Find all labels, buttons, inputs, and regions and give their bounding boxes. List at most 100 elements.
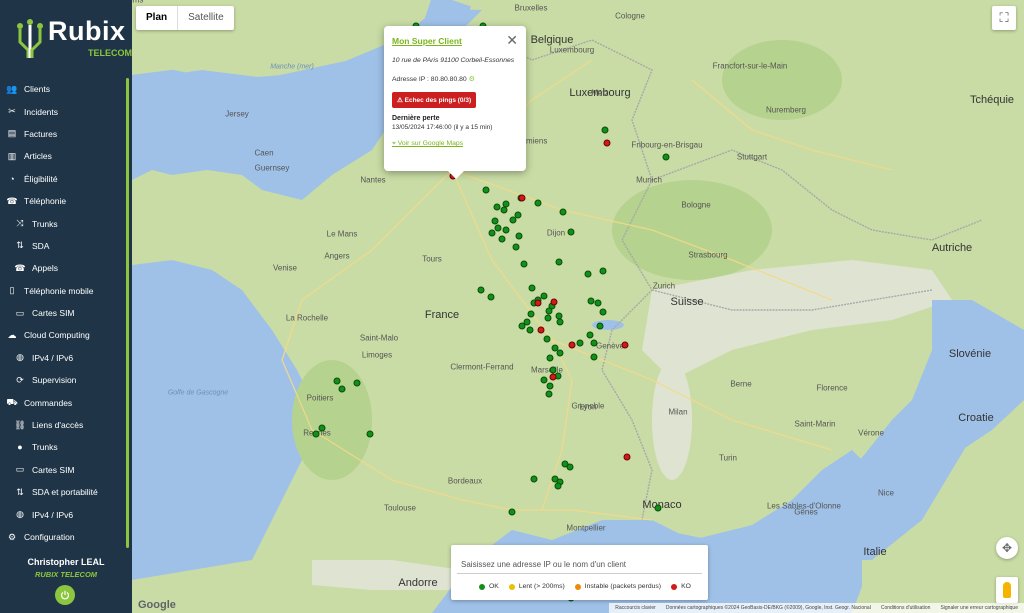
client-marker-ok[interactable] [312, 430, 320, 438]
client-marker-ok[interactable] [594, 299, 602, 307]
client-marker-ok[interactable] [508, 508, 516, 516]
logout-button[interactable] [55, 585, 75, 605]
sidebar-item-8[interactable]: ☎ Appels [0, 257, 124, 279]
client-marker-ko[interactable] [568, 341, 576, 349]
map-type-plan[interactable]: Plan [136, 6, 177, 30]
client-marker-ko[interactable] [537, 326, 545, 334]
client-marker-ok[interactable] [493, 203, 501, 211]
sidebar-item-7[interactable]: ⇅ SDA [0, 235, 124, 257]
sidebar-item-9[interactable]: ▯ Téléphonie mobile [0, 280, 124, 302]
client-marker-ok[interactable] [546, 354, 554, 362]
sidebar-item-2[interactable]: ▤ Factures [0, 123, 124, 145]
client-marker-ok[interactable] [567, 228, 575, 236]
client-marker-ok[interactable] [556, 318, 564, 326]
client-marker-ok[interactable] [590, 339, 598, 347]
client-marker-ok[interactable] [559, 208, 567, 216]
sidebar-item-3[interactable]: ▥ Articles [0, 145, 124, 167]
attribution-item[interactable]: Signaler une erreur cartographique [940, 605, 1018, 611]
sidebar-item-12[interactable]: ◍ IPv4 / IPv6 [0, 347, 124, 369]
sidebar-item-5[interactable]: ☎ Téléphonie [0, 190, 124, 212]
client-marker-ok[interactable] [477, 286, 485, 294]
client-marker-ko[interactable] [549, 373, 557, 381]
client-marker-ok[interactable] [318, 424, 326, 432]
client-marker-ok[interactable] [518, 322, 526, 330]
sidebar-item-20[interactable]: ⚙ Configuration [0, 526, 124, 548]
sidebar-item-13[interactable]: ⟳ Supervision [0, 369, 124, 391]
fullscreen-button[interactable]: ⛶ [992, 6, 1016, 30]
client-marker-ok[interactable] [494, 224, 502, 232]
client-marker-ok[interactable] [338, 385, 346, 393]
map-view[interactable]: France Belgique Suisse Autriche Tchéquie Slov… [132, 0, 1024, 613]
client-marker-ok[interactable] [498, 235, 506, 243]
client-marker-ok[interactable] [596, 322, 604, 330]
sidebar-item-11[interactable]: ☁ Cloud Computing [0, 324, 124, 346]
client-marker-ok[interactable] [554, 482, 562, 490]
sidebar-scrollbar[interactable] [126, 78, 129, 548]
client-marker-ko[interactable] [534, 299, 542, 307]
client-marker-ok[interactable] [526, 326, 534, 334]
sidebar-item-6[interactable]: ⤨ Trunks [0, 212, 124, 234]
client-marker-ok[interactable] [543, 335, 551, 343]
client-marker-ok[interactable] [527, 310, 535, 318]
client-marker-ko[interactable] [603, 139, 611, 147]
sidebar-item-17[interactable]: ▭ Cartes SIM [0, 459, 124, 481]
brand-logo[interactable]: Rubix TELECOM [14, 14, 132, 64]
client-marker-ok[interactable] [366, 430, 374, 438]
recenter-button[interactable]: ✥ [996, 537, 1018, 559]
sidebar-item-15[interactable]: ⛓ Liens d'accès [0, 414, 124, 436]
client-marker-ok[interactable] [530, 475, 538, 483]
client-marker-ok[interactable] [545, 307, 553, 315]
client-marker-ko[interactable] [550, 298, 558, 306]
client-marker-ok[interactable] [556, 349, 564, 357]
attribution-item[interactable]: Raccourcis clavier [615, 605, 656, 611]
sidebar-item-4[interactable]: ◔ Éligibilité [0, 168, 124, 190]
client-marker-ok[interactable] [487, 293, 495, 301]
sidebar-item-1[interactable]: ✂ Incidents [0, 100, 124, 122]
sidebar-item-0[interactable]: 👥 Clients [0, 78, 124, 100]
client-marker-ok[interactable] [546, 382, 554, 390]
client-marker-ok[interactable] [584, 270, 592, 278]
client-marker-ok[interactable] [555, 258, 563, 266]
client-marker-ok[interactable] [566, 463, 574, 471]
client-marker-ok[interactable] [544, 314, 552, 322]
client-marker-ok[interactable] [353, 379, 361, 387]
client-marker-ok[interactable] [587, 297, 595, 305]
client-marker-ok[interactable] [534, 199, 542, 207]
street-view-button[interactable] [996, 577, 1018, 603]
client-marker-ok[interactable] [500, 206, 508, 214]
client-marker-ok[interactable] [491, 217, 499, 225]
google-maps-link[interactable]: ⌖ Voir sur Google Maps [392, 140, 518, 148]
map-type-satellite[interactable]: Satellite [177, 6, 234, 30]
client-marker-ok[interactable] [488, 229, 496, 237]
client-marker-ok[interactable] [540, 292, 548, 300]
client-marker-ok[interactable] [482, 186, 490, 194]
client-marker-ko[interactable] [518, 194, 526, 202]
client-marker-ok[interactable] [662, 153, 670, 161]
client-marker-ok[interactable] [512, 243, 520, 251]
client-marker-ok[interactable] [590, 353, 598, 361]
sidebar-item-14[interactable]: ⛟ Commandes [0, 391, 124, 413]
sidebar-item-16[interactable]: ● Trunks [0, 436, 124, 458]
client-marker-ok[interactable] [509, 216, 517, 224]
sidebar-item-19[interactable]: ◍ IPv4 / IPv6 [0, 503, 124, 525]
client-marker-ok[interactable] [528, 284, 536, 292]
client-marker-ok[interactable] [545, 390, 553, 398]
client-marker-ok[interactable] [515, 232, 523, 240]
client-marker-ko[interactable] [623, 453, 631, 461]
client-marker-ok[interactable] [520, 260, 528, 268]
search-input[interactable] [457, 556, 702, 574]
attribution-item[interactable]: Conditions d'utilisation [881, 605, 931, 611]
client-marker-ok[interactable] [586, 331, 594, 339]
sidebar-item-18[interactable]: ⇅ SDA et portabilité [0, 481, 124, 503]
client-marker-ok[interactable] [599, 308, 607, 316]
client-marker-ok[interactable] [333, 377, 341, 385]
close-popup-button[interactable]: ✕ [506, 32, 518, 49]
sidebar-item-10[interactable]: ▭ Cartes SIM [0, 302, 124, 324]
client-marker-ok[interactable] [654, 504, 662, 512]
client-marker-ok[interactable] [601, 126, 609, 134]
client-name-link[interactable]: Mon Super Client [392, 36, 518, 46]
client-marker-ko[interactable] [621, 341, 629, 349]
client-marker-ok[interactable] [576, 339, 584, 347]
client-marker-ok[interactable] [599, 267, 607, 275]
client-marker-ok[interactable] [502, 226, 510, 234]
